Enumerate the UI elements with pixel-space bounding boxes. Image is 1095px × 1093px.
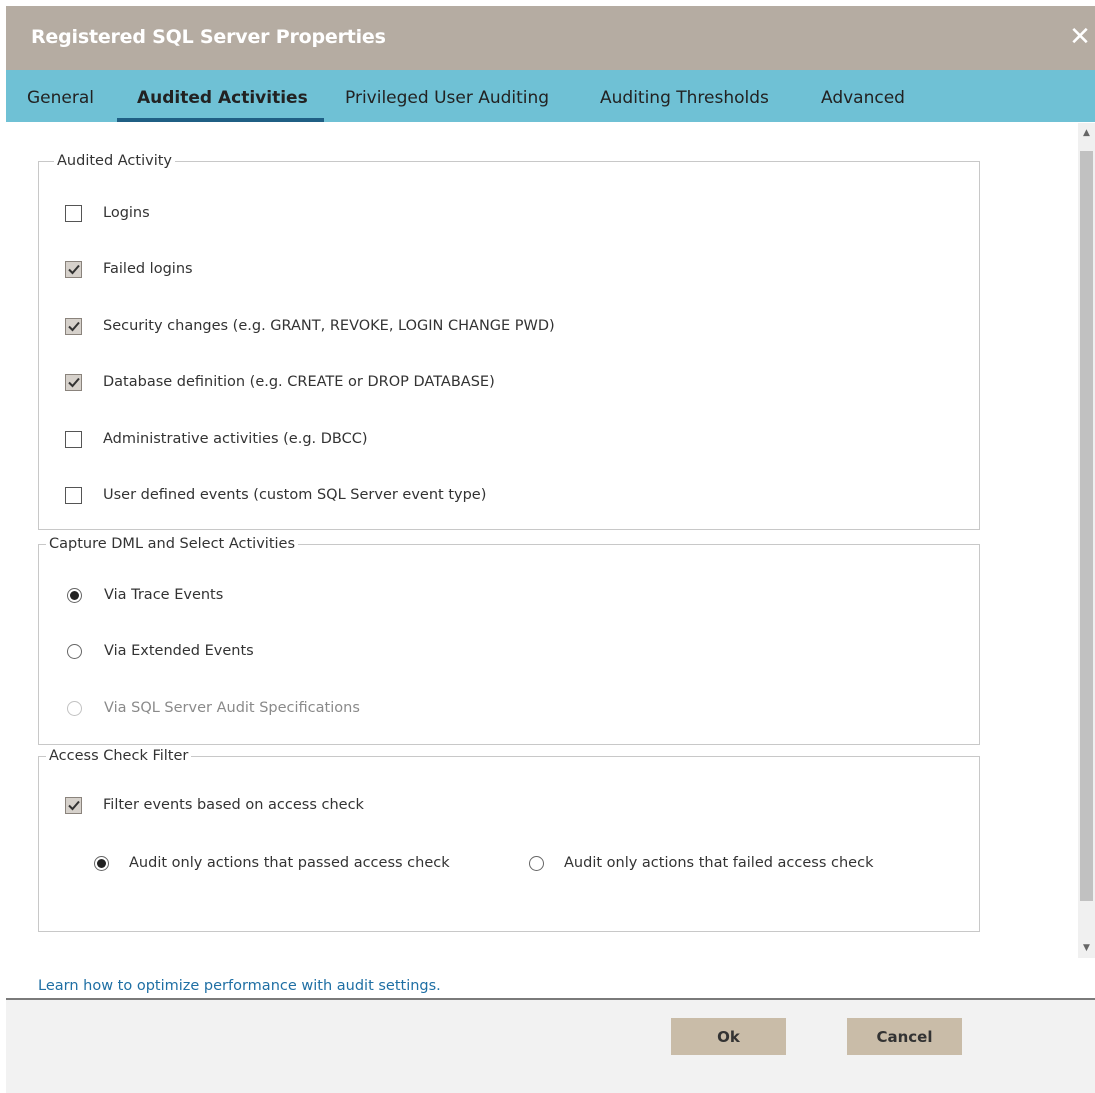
filter-access-check-checkbox-row[interactable]: Filter events based on access check xyxy=(65,793,364,817)
active-tab-indicator xyxy=(117,118,324,122)
access-check-filter-group: Access Check Filter Filter events based … xyxy=(38,748,980,932)
database-definition-checkbox[interactable] xyxy=(65,373,82,391)
access-check-filter-legend: Access Check Filter xyxy=(46,748,192,764)
ok-button[interactable]: Ok xyxy=(671,1018,786,1055)
security-changes-label: Security changes (e.g. GRANT, REVOKE, LO… xyxy=(103,318,555,334)
via-audit-specifications-label: Via SQL Server Audit Specifications xyxy=(104,700,360,716)
via-extended-events-radio-row[interactable]: Via Extended Events xyxy=(67,639,254,663)
scroll-down-arrow-icon[interactable]: ▼ xyxy=(1078,940,1095,956)
capture-dml-legend: Capture DML and Select Activities xyxy=(46,536,299,552)
audit-failed-radio[interactable] xyxy=(529,855,544,871)
logins-checkbox-row[interactable]: Logins xyxy=(65,201,150,225)
tab-advanced[interactable]: Advanced xyxy=(821,70,905,122)
via-audit-specifications-radio-row: Via SQL Server Audit Specifications xyxy=(67,696,360,720)
tab-bar: General Audited Activities Privileged Us… xyxy=(6,70,1095,122)
close-icon[interactable]: ✕ xyxy=(1069,24,1091,50)
scroll-up-arrow-icon[interactable]: ▲ xyxy=(1078,125,1095,141)
user-defined-events-label: User defined events (custom SQL Server e… xyxy=(103,487,487,503)
database-definition-checkbox-row[interactable]: Database definition (e.g. CREATE or DROP… xyxy=(65,370,495,394)
audit-failed-radio-row[interactable]: Audit only actions that failed access ch… xyxy=(529,851,873,875)
audited-activity-group: Audited Activity Logins Failed logins Se… xyxy=(38,153,980,530)
logins-checkbox[interactable] xyxy=(65,204,82,222)
audit-passed-radio[interactable] xyxy=(94,855,109,871)
cancel-button[interactable]: Cancel xyxy=(847,1018,962,1055)
vertical-scrollbar[interactable]: ▲ ▼ xyxy=(1078,123,1095,958)
via-extended-events-radio[interactable] xyxy=(67,643,82,659)
security-changes-checkbox[interactable] xyxy=(65,317,82,335)
failed-logins-checkbox-row[interactable]: Failed logins xyxy=(65,257,193,281)
administrative-activities-checkbox[interactable] xyxy=(65,430,82,448)
failed-logins-checkbox[interactable] xyxy=(65,260,82,278)
via-trace-events-radio[interactable] xyxy=(67,587,82,603)
failed-logins-label: Failed logins xyxy=(103,261,193,277)
tab-audited-activities[interactable]: Audited Activities xyxy=(137,70,308,122)
dialog-footer: Ok Cancel xyxy=(6,998,1095,1093)
user-defined-events-checkbox[interactable] xyxy=(65,486,82,504)
filter-access-check-label: Filter events based on access check xyxy=(103,797,364,813)
administrative-activities-checkbox-row[interactable]: Administrative activities (e.g. DBCC) xyxy=(65,427,368,451)
security-changes-checkbox-row[interactable]: Security changes (e.g. GRANT, REVOKE, LO… xyxy=(65,314,555,338)
database-definition-label: Database definition (e.g. CREATE or DROP… xyxy=(103,374,495,390)
user-defined-events-checkbox-row[interactable]: User defined events (custom SQL Server e… xyxy=(65,483,486,507)
tab-privileged-user-auditing[interactable]: Privileged User Auditing xyxy=(345,70,549,122)
logins-label: Logins xyxy=(103,205,150,221)
dialog-title: Registered SQL Server Properties xyxy=(31,26,386,48)
checkmark-icon xyxy=(67,321,80,332)
via-trace-events-radio-row[interactable]: Via Trace Events xyxy=(67,583,223,607)
scrollbar-thumb[interactable] xyxy=(1080,151,1093,901)
audited-activity-legend: Audited Activity xyxy=(54,153,175,169)
filter-access-check-checkbox[interactable] xyxy=(65,796,82,814)
checkmark-icon xyxy=(67,264,80,275)
via-trace-events-label: Via Trace Events xyxy=(104,587,224,603)
dialog-titlebar: Registered SQL Server Properties ✕ xyxy=(6,6,1095,70)
checkmark-icon xyxy=(67,800,80,811)
via-audit-specifications-radio xyxy=(67,700,82,716)
administrative-activities-label: Administrative activities (e.g. DBCC) xyxy=(103,431,368,447)
checkmark-icon xyxy=(67,377,80,388)
tab-auditing-thresholds[interactable]: Auditing Thresholds xyxy=(600,70,769,122)
capture-dml-group: Capture DML and Select Activities Via Tr… xyxy=(38,536,980,745)
audit-passed-label: Audit only actions that passed access ch… xyxy=(129,855,450,871)
audit-passed-radio-row[interactable]: Audit only actions that passed access ch… xyxy=(94,851,450,875)
audit-failed-label: Audit only actions that failed access ch… xyxy=(564,855,874,871)
via-extended-events-label: Via Extended Events xyxy=(104,643,254,659)
optimize-performance-link[interactable]: Learn how to optimize performance with a… xyxy=(38,978,441,994)
tab-general[interactable]: General xyxy=(27,70,94,122)
